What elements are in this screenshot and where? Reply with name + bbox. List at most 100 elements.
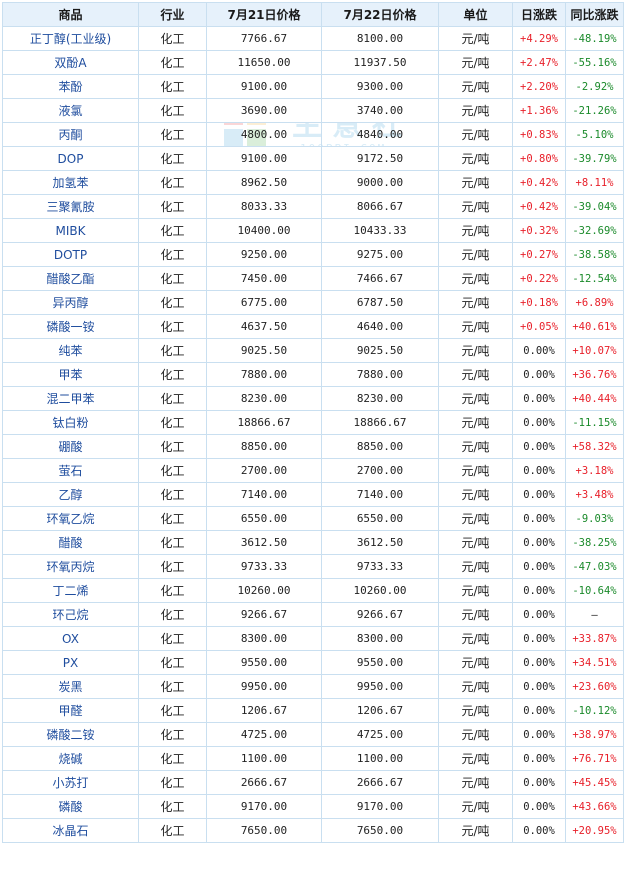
daily-change-cell: +0.42% [512,170,566,195]
industry-cell: 化工 [138,194,207,219]
table-row: DOP 化工 9100.00 9172.50 元/吨 +0.80% -39.79% [2,146,624,171]
product-name-link[interactable]: OX [2,626,139,651]
price-jul22-cell: 3740.00 [321,98,439,123]
price-jul22-cell: 7650.00 [321,818,439,843]
price-jul22-cell: 2700.00 [321,458,439,483]
industry-cell: 化工 [138,122,207,147]
price-jul22-cell: 9266.67 [321,602,439,627]
product-name-link[interactable]: 萤石 [2,458,139,483]
yoy-change-cell: -5.10% [565,122,624,147]
yoy-change-cell: -10.12% [565,698,624,723]
table-header-row: 商品 行业 7月21日价格 7月22日价格 单位 日涨跌 同比涨跌 [2,2,624,27]
table-row: 钛白粉 化工 18866.67 18866.67 元/吨 0.00% -11.15% [2,410,624,435]
daily-change-cell: 0.00% [512,410,566,435]
daily-change-cell: +2.20% [512,74,566,99]
unit-cell: 元/吨 [438,554,513,579]
product-name-link[interactable]: 甲醛 [2,698,139,723]
product-name-link[interactable]: 液氯 [2,98,139,123]
product-name-link[interactable]: 钛白粉 [2,410,139,435]
product-name-link[interactable]: 环氧乙烷 [2,506,139,531]
product-name-link[interactable]: 三聚氰胺 [2,194,139,219]
yoy-change-cell: +58.32% [565,434,624,459]
price-jul22-cell: 9733.33 [321,554,439,579]
product-name-link[interactable]: MIBK [2,218,139,243]
product-name-link[interactable]: 甲苯 [2,362,139,387]
price-jul22-cell: 9550.00 [321,650,439,675]
daily-change-cell: 0.00% [512,554,566,579]
product-name-link[interactable]: DOP [2,146,139,171]
industry-cell: 化工 [138,698,207,723]
product-name-link[interactable]: 醋酸 [2,530,139,555]
product-name-link[interactable]: 小苏打 [2,770,139,795]
product-name-link[interactable]: 丁二烯 [2,578,139,603]
price-jul22-cell: 9300.00 [321,74,439,99]
price-jul22-cell: 6787.50 [321,290,439,315]
header-price-jul21: 7月21日价格 [206,2,322,27]
yoy-change-cell: +40.61% [565,314,624,339]
table-row: 环己烷 化工 9266.67 9266.67 元/吨 0.00% — [2,602,624,627]
yoy-change-cell: -38.25% [565,530,624,555]
daily-change-cell: 0.00% [512,626,566,651]
product-name-link[interactable]: 正丁醇(工业级) [2,26,139,51]
price-jul22-cell: 7140.00 [321,482,439,507]
industry-cell: 化工 [138,410,207,435]
daily-change-cell: 0.00% [512,602,566,627]
daily-change-cell: +1.36% [512,98,566,123]
product-name-link[interactable]: 冰晶石 [2,818,139,843]
product-name-link[interactable]: 磷酸 [2,794,139,819]
daily-change-cell: +0.32% [512,218,566,243]
product-name-link[interactable]: 混二甲苯 [2,386,139,411]
yoy-change-cell: -32.69% [565,218,624,243]
product-name-link[interactable]: 磷酸二铵 [2,722,139,747]
price-jul22-cell: 9170.00 [321,794,439,819]
industry-cell: 化工 [138,482,207,507]
price-jul21-cell: 6775.00 [206,290,322,315]
price-jul22-cell: 7880.00 [321,362,439,387]
product-name-link[interactable]: 苯酚 [2,74,139,99]
product-name-link[interactable]: DOTP [2,242,139,267]
table-row: DOTP 化工 9250.00 9275.00 元/吨 +0.27% -38.58% [2,242,624,267]
yoy-change-cell: -12.54% [565,266,624,291]
product-name-link[interactable]: 炭黑 [2,674,139,699]
product-name-link[interactable]: 加氢苯 [2,170,139,195]
price-jul21-cell: 8850.00 [206,434,322,459]
product-name-link[interactable]: 环氧丙烷 [2,554,139,579]
price-jul22-cell: 10260.00 [321,578,439,603]
unit-cell: 元/吨 [438,98,513,123]
price-jul22-cell: 10433.33 [321,218,439,243]
price-jul22-cell: 1206.67 [321,698,439,723]
product-name-link[interactable]: 醋酸乙酯 [2,266,139,291]
price-jul22-cell: 1100.00 [321,746,439,771]
product-name-link[interactable]: 纯苯 [2,338,139,363]
industry-cell: 化工 [138,386,207,411]
product-name-link[interactable]: 丙酮 [2,122,139,147]
product-name-link[interactable]: 异丙醇 [2,290,139,315]
price-jul22-cell: 18866.67 [321,410,439,435]
price-jul21-cell: 6550.00 [206,506,322,531]
price-jul22-cell: 8066.67 [321,194,439,219]
product-name-link[interactable]: 烧碱 [2,746,139,771]
unit-cell: 元/吨 [438,530,513,555]
product-name-link[interactable]: 磷酸一铵 [2,314,139,339]
product-name-link[interactable]: 双酚A [2,50,139,75]
yoy-change-cell: +43.66% [565,794,624,819]
yoy-change-cell: +40.44% [565,386,624,411]
yoy-change-cell: +6.89% [565,290,624,315]
price-jul21-cell: 7450.00 [206,266,322,291]
product-name-link[interactable]: 环己烷 [2,602,139,627]
unit-cell: 元/吨 [438,458,513,483]
unit-cell: 元/吨 [438,50,513,75]
table-row: 丙酮 化工 4800.00 4840.00 元/吨 +0.83% -5.10% [2,122,624,147]
product-name-link[interactable]: 乙醇 [2,482,139,507]
price-jul22-cell: 8850.00 [321,434,439,459]
unit-cell: 元/吨 [438,482,513,507]
product-name-link[interactable]: PX [2,650,139,675]
yoy-change-cell: +45.45% [565,770,624,795]
product-name-link[interactable]: 硼酸 [2,434,139,459]
unit-cell: 元/吨 [438,386,513,411]
daily-change-cell: +0.80% [512,146,566,171]
daily-change-cell: 0.00% [512,458,566,483]
industry-cell: 化工 [138,218,207,243]
table-row: 磷酸一铵 化工 4637.50 4640.00 元/吨 +0.05% +40.61% [2,314,624,339]
unit-cell: 元/吨 [438,650,513,675]
